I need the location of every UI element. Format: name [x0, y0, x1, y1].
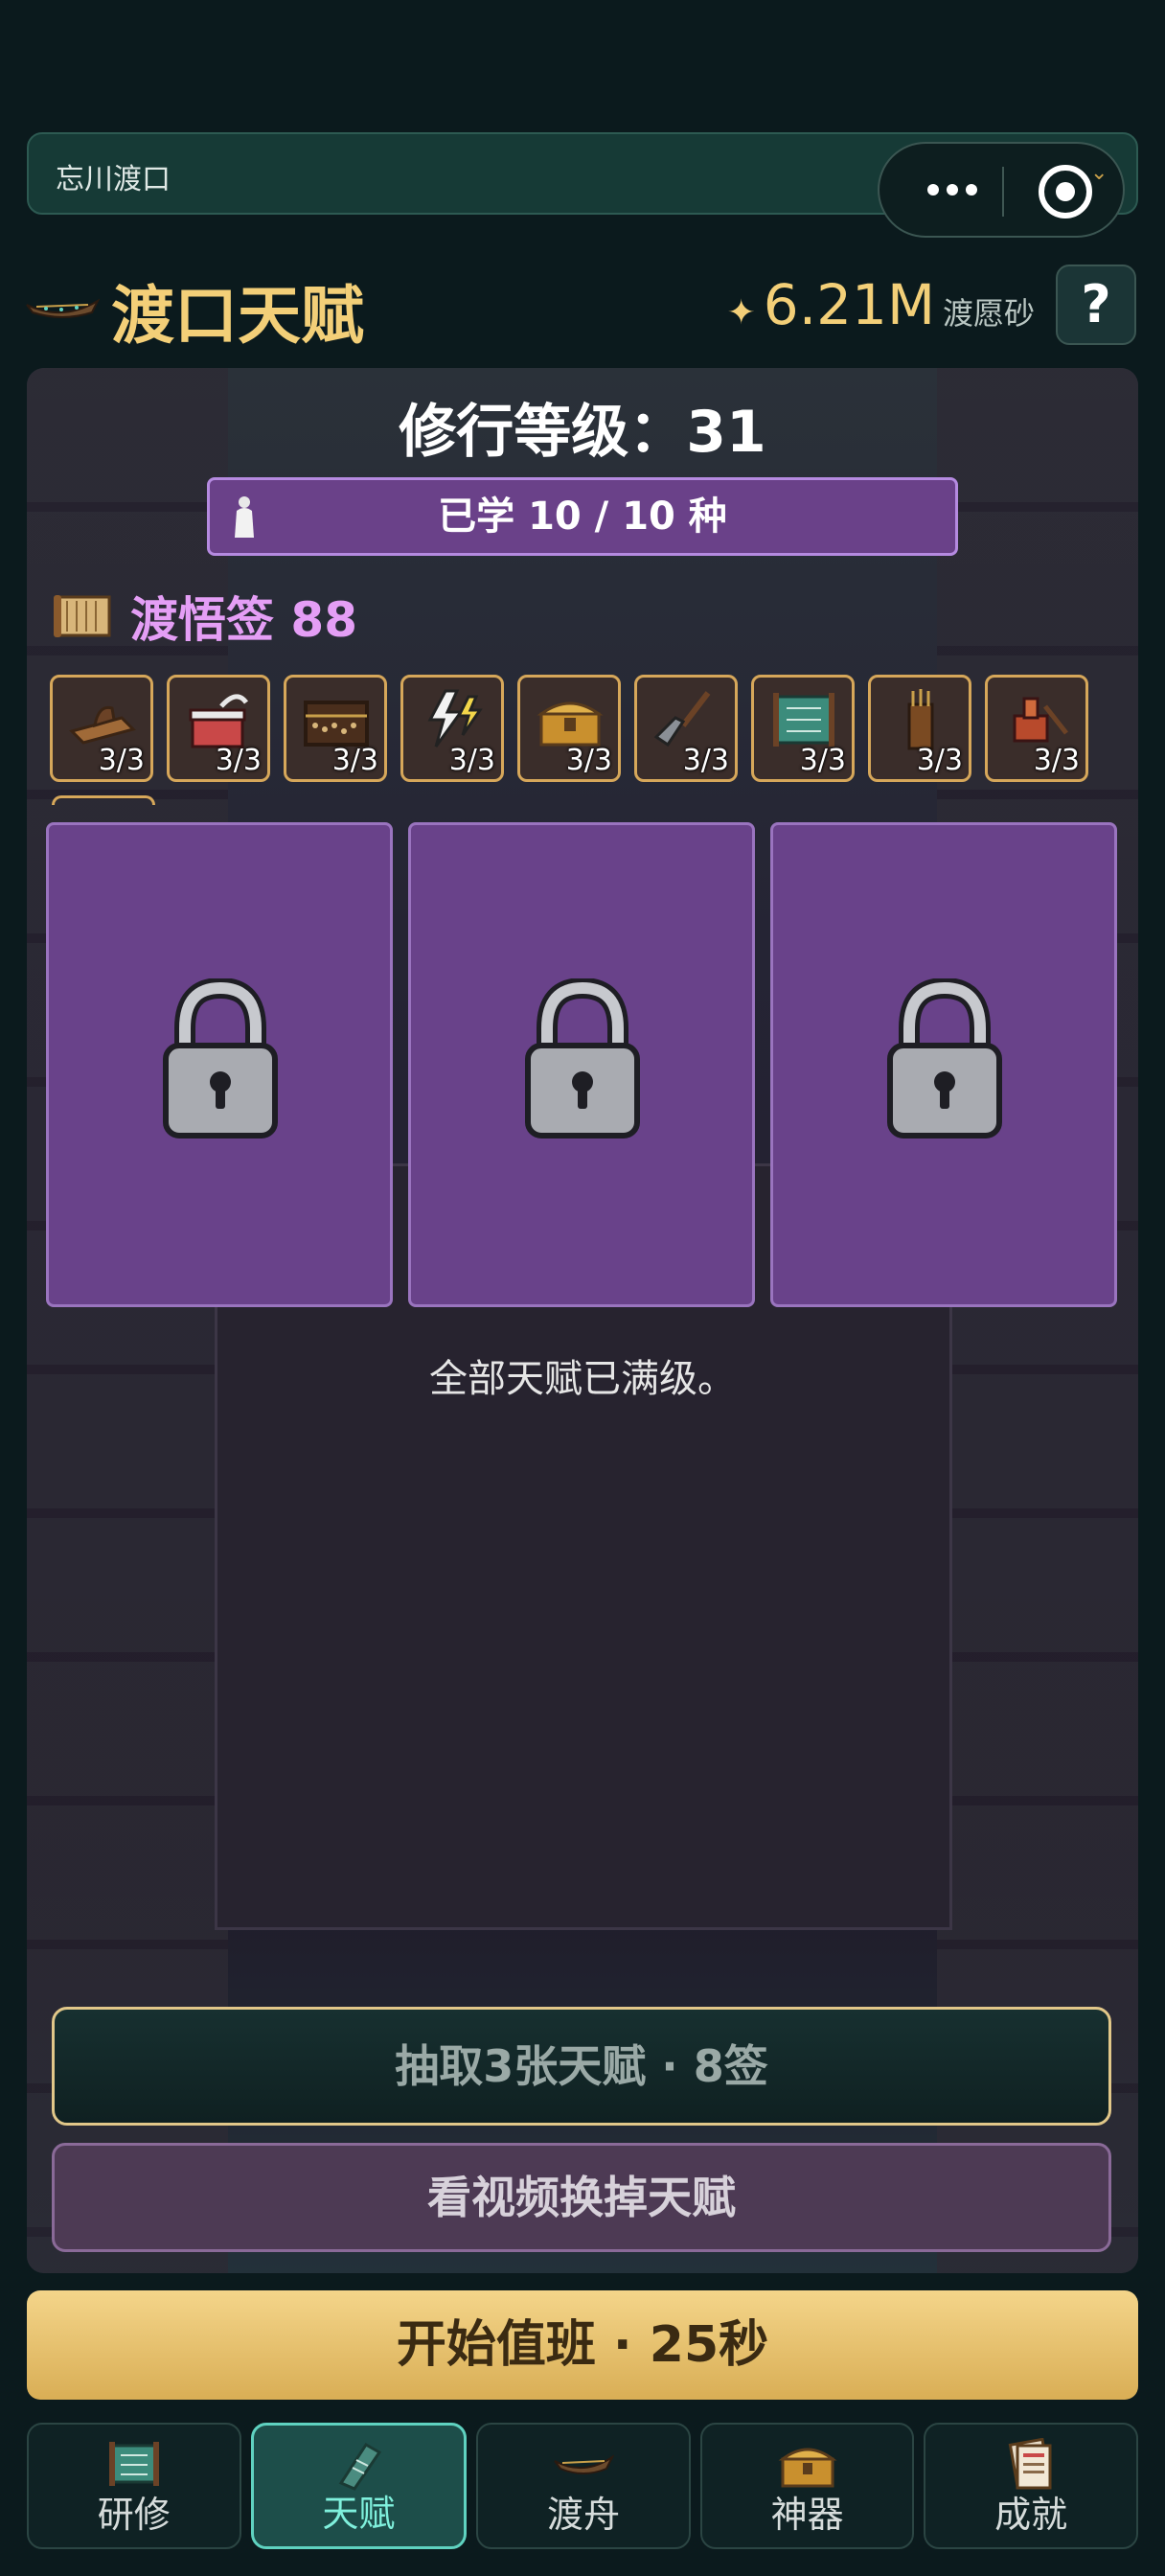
draw-talents-button[interactable]: 抽取3张天赋 · 8签 [52, 2007, 1111, 2126]
item-count: 3/3 [331, 744, 378, 777]
background-shelf-left [27, 368, 228, 2273]
achievement-book-icon [1008, 2438, 1052, 2490]
talent-card-locked[interactable] [408, 822, 755, 1307]
talent-card-locked[interactable] [770, 822, 1117, 1307]
talent-item[interactable]: 3/3 [50, 675, 153, 782]
tickets-count: 渡悟签 88 [130, 592, 357, 648]
chevron-down-icon: ⌄ [1090, 161, 1108, 185]
talent-item-next-row [52, 795, 155, 805]
learned-progress-bar: 已学 10 / 10 种 [207, 477, 958, 556]
talent-card-locked[interactable] [46, 822, 393, 1307]
tab-label: 成就 [994, 2494, 1068, 2536]
talent-item[interactable]: 3/3 [517, 675, 621, 782]
watch-video-replace-button[interactable]: 看视频换掉天赋 [52, 2143, 1111, 2252]
item-count: 3/3 [565, 744, 612, 777]
item-count: 3/3 [916, 744, 963, 777]
tab-artifact[interactable]: 神器 [699, 2423, 915, 2549]
page-header: 渡口天赋 ✦ 6.21M 渡愿砂 ? [0, 253, 1165, 358]
tab-label: 神器 [770, 2494, 844, 2536]
tab-label: 研修 [97, 2494, 171, 2536]
item-count: 3/3 [682, 744, 729, 777]
tab-achievement[interactable]: 成就 [924, 2423, 1138, 2549]
tickets-row: 渡悟签 88 [52, 583, 357, 650]
tab-label: 天赋 [322, 2493, 396, 2535]
talent-item[interactable]: 3/3 [634, 675, 738, 782]
tab-boat[interactable]: 渡舟 [476, 2423, 691, 2549]
lock-icon [887, 978, 1002, 1138]
more-options-button[interactable] [918, 171, 987, 209]
tab-talent[interactable]: 天赋 [250, 2423, 468, 2549]
lock-icon [525, 978, 640, 1138]
talent-cards [46, 822, 1117, 1307]
talent-items-row: 3/3 3/3 3/3 3/3 3/3 3/3 3/3 3/3 3/3 [50, 675, 1088, 782]
boat-icon [26, 298, 100, 318]
currency-display: ✦ 6.21M 渡愿砂 [727, 272, 1035, 337]
talent-item[interactable]: 3/3 [167, 675, 270, 782]
tab-label: 渡舟 [546, 2494, 620, 2536]
currency-amount: 6.21M [763, 272, 935, 337]
talent-item[interactable]: 3/3 [751, 675, 855, 782]
talent-panel: 修行等级：31 已学 10 / 10 种 渡悟签 88 3/3 3/3 3/3 … [27, 368, 1138, 2273]
capsule-divider [1002, 167, 1004, 217]
talent-item[interactable]: 3/3 [868, 675, 971, 782]
talent-item[interactable]: 3/3 [400, 675, 504, 782]
cultivation-level: 修行等级：31 [399, 399, 766, 466]
close-miniprogram-icon[interactable] [1039, 165, 1092, 218]
background-shelf-right [937, 368, 1138, 2273]
talent-item[interactable]: 3/3 [284, 675, 387, 782]
item-count: 3/3 [799, 744, 846, 777]
bottom-tab-bar: 研修 天赋 渡舟 神器 成就 [27, 2423, 1138, 2549]
sparkle-icon: ✦ [726, 293, 756, 333]
tab-study[interactable]: 研修 [27, 2423, 241, 2549]
treasure-chest-icon [778, 2448, 836, 2488]
talent-scroll-icon [339, 2442, 382, 2491]
currency-unit: 渡愿砂 [942, 295, 1035, 332]
talent-item[interactable]: 3/3 [985, 675, 1088, 782]
lock-icon [163, 978, 278, 1138]
all-maxed-message: 全部天赋已满级。 [429, 1357, 736, 1401]
scroll-icon [54, 595, 111, 637]
item-count: 3/3 [98, 744, 145, 777]
scroll-icon [108, 2442, 159, 2486]
page-title: 渡口天赋 [111, 279, 364, 353]
learned-count: 已学 10 / 10 种 [438, 494, 727, 539]
window-title: 忘川渡口 [56, 163, 171, 196]
item-count: 3/3 [215, 744, 262, 777]
start-shift-button[interactable]: 开始值班 · 25秒 [27, 2290, 1138, 2400]
help-button[interactable]: ? [1056, 264, 1136, 345]
boat-icon [554, 2454, 614, 2474]
capsule-menu: ⌄ [878, 142, 1125, 238]
item-count: 3/3 [448, 744, 495, 777]
item-count: 3/3 [1033, 744, 1080, 777]
